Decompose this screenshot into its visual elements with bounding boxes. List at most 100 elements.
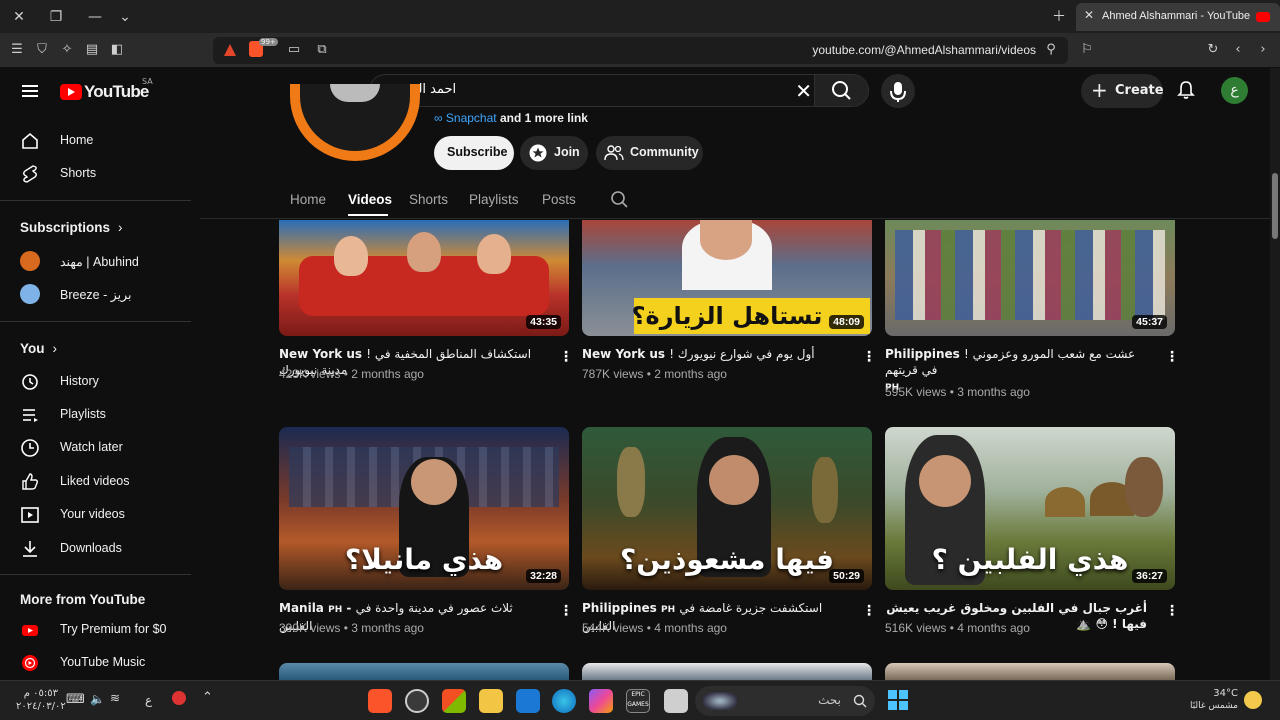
cast-icon[interactable]: ▭ <box>285 41 303 59</box>
tab-playlists[interactable]: Playlists <box>469 192 519 207</box>
taskbar-search[interactable]: بحث <box>695 686 875 716</box>
subscribe-button[interactable]: Subscribe <box>434 136 514 170</box>
sidebar-item-home[interactable]: Home <box>20 129 190 153</box>
more-actions-icon[interactable]: ⋮ <box>862 348 876 366</box>
more-actions-icon[interactable]: ⋮ <box>862 602 876 620</box>
tab-posts[interactable]: Posts <box>542 192 576 207</box>
video-thumbnail[interactable]: فيها مشعوذين؟ 50:29 <box>582 427 872 590</box>
more-actions-icon[interactable]: ⋮ <box>559 348 573 366</box>
browser-tab-active[interactable]: ✕ Ahmed Alshammari - YouTube <box>1076 3 1280 31</box>
epic-games-icon[interactable]: EPIC GAMES <box>626 689 650 713</box>
brave-rewards-icon[interactable] <box>223 42 237 56</box>
input-language[interactable]: ع <box>145 693 152 707</box>
mail-icon[interactable] <box>516 689 540 713</box>
search-input[interactable]: احمد الشمري <box>382 82 762 97</box>
video-thumbnail[interactable] <box>582 663 872 680</box>
more-actions-icon[interactable]: ⋮ <box>1165 602 1179 620</box>
sidebar-menu-icon[interactable]: ☰ <box>8 41 26 59</box>
new-tab-icon[interactable]: ＋ <box>1048 6 1070 28</box>
tab-shorts[interactable]: Shorts <box>409 192 448 207</box>
video-thumbnail[interactable] <box>279 663 569 680</box>
site-settings-icon[interactable]: ⚲ <box>1042 41 1060 59</box>
page-scrollbar[interactable] <box>1270 68 1280 680</box>
more-links[interactable]: and 1 more link <box>500 111 588 125</box>
shield-icon[interactable]: ⛉ <box>33 41 51 59</box>
video-card[interactable]: هذي الفلبين ؟ 36:27 أغرب جبال في الفلبين… <box>885 427 1179 642</box>
snapchat-link[interactable]: Snapchat <box>446 111 497 125</box>
search-box[interactable]: احمد الشمري ✕ <box>369 74 869 107</box>
wifi-icon[interactable]: ≋ <box>110 691 120 705</box>
bookmark-icon[interactable]: ⚐ <box>1078 41 1096 59</box>
video-thumbnail[interactable]: هذي الفلبين ؟ 36:27 <box>885 427 1175 590</box>
extensions-icon[interactable]: ✧ <box>58 41 76 59</box>
video-title[interactable]: New York us ! أول يوم في شوارع نيويورك <box>582 346 844 362</box>
sidebar-item-history[interactable]: History <box>20 370 190 394</box>
sidebar-item-downloads[interactable]: Downloads <box>20 537 190 561</box>
edge-browser-icon[interactable] <box>552 689 576 713</box>
sidebar-item-your-videos[interactable]: Your videos <box>20 503 190 527</box>
guide-menu-icon[interactable] <box>20 81 40 101</box>
app-window-icon[interactable] <box>664 689 688 713</box>
account-avatar[interactable]: ع <box>1221 77 1248 104</box>
tab-list-chevron-icon[interactable]: ⌄ <box>114 6 136 28</box>
bluetooth-device-icon[interactable]: ⌨ <box>66 692 85 707</box>
video-thumbnail[interactable]: 43:35 <box>279 220 569 336</box>
clock[interactable]: ٠٥:٥٣ م ٢٠٢٤/٠٣/٠٢ <box>16 687 66 713</box>
create-button[interactable]: + Create <box>1081 74 1164 108</box>
picture-in-picture-icon[interactable]: ⧉ <box>313 41 331 59</box>
split-view-icon[interactable]: ◧ <box>108 41 126 59</box>
minimize-window-icon[interactable]: — <box>84 6 106 28</box>
weather-widget[interactable]: 34°C مشمس غالبًا <box>1180 687 1238 713</box>
you-heading[interactable]: You › <box>20 341 57 356</box>
subscription-item-breeze[interactable]: Breeze - بريز <box>20 283 190 307</box>
voice-search-button[interactable] <box>881 74 915 108</box>
sidebar-item-youtube-music[interactable]: YouTube Music <box>20 651 190 675</box>
subscriptions-heading[interactable]: Subscriptions › <box>20 220 123 235</box>
show-hidden-icons-chevron[interactable]: ⌃ <box>202 690 213 705</box>
address-bar[interactable]: 99+ ▭ ⧉ youtube.com/@AhmedAlshammari/vid… <box>213 37 1068 64</box>
sidebar-item-liked-videos[interactable]: Liked videos <box>20 470 190 494</box>
video-thumbnail[interactable]: هذي مانيلا؟ 32:28 <box>279 427 569 590</box>
clock-app-icon[interactable] <box>405 689 429 713</box>
channel-avatar-large[interactable] <box>290 84 420 161</box>
notifications-bell-icon[interactable] <box>1176 80 1196 104</box>
video-thumbnail[interactable]: تستاهل الزيارة؟ 48:09 <box>582 220 872 336</box>
more-actions-icon[interactable]: ⋮ <box>1165 348 1179 366</box>
community-button[interactable]: Community <box>596 136 703 170</box>
video-card[interactable]: تستاهل الزيارة؟ 48:09 New York us ! أول … <box>582 220 876 390</box>
video-card[interactable]: فيها مشعوذين؟ 50:29 Philippines PH استكش… <box>582 427 876 642</box>
back-icon[interactable]: ‹ <box>1229 41 1247 59</box>
forward-icon[interactable]: › <box>1254 41 1272 59</box>
sidebar-item-playlists[interactable]: Playlists <box>20 403 190 427</box>
sidebar-item-premium[interactable]: Try Premium for $0 <box>20 618 190 642</box>
subscription-item-abuhind[interactable]: مهند | Abuhind <box>20 250 190 274</box>
scrollbar-thumb[interactable] <box>1272 173 1278 239</box>
antivirus-tray-icon[interactable] <box>172 691 186 705</box>
restore-window-icon[interactable]: ❐ <box>45 6 67 28</box>
close-tab-icon[interactable]: ✕ <box>1084 8 1094 22</box>
video-thumbnail[interactable] <box>885 663 1175 680</box>
tab-home[interactable]: Home <box>290 192 326 207</box>
video-thumbnail[interactable]: 45:37 <box>885 220 1175 336</box>
youtube-logo[interactable]: YouTube SA <box>60 77 153 102</box>
copilot-icon[interactable] <box>589 689 613 713</box>
volume-icon[interactable]: 🔈 <box>90 692 105 706</box>
video-card[interactable]: هذي مانيلا؟ 32:28 Manila PH - ثلاث عصور … <box>279 427 573 642</box>
clear-search-icon[interactable]: ✕ <box>795 79 812 103</box>
tab-videos[interactable]: Videos <box>348 192 392 207</box>
search-button[interactable] <box>814 75 868 106</box>
file-explorer-icon[interactable] <box>479 689 503 713</box>
microsoft-store-icon[interactable] <box>442 689 466 713</box>
tabs-icon[interactable]: ▤ <box>83 41 101 59</box>
join-button[interactable]: Join <box>520 136 588 170</box>
video-card[interactable]: 43:35 New York us ! استكشاف المناطق المخ… <box>279 220 573 390</box>
more-actions-icon[interactable]: ⋮ <box>559 602 573 620</box>
reload-icon[interactable]: ↻ <box>1204 41 1222 59</box>
brave-browser-icon[interactable] <box>368 689 392 713</box>
close-window-icon[interactable]: ✕ <box>8 6 30 28</box>
video-card[interactable]: 45:37 Philippines ! عشت مع شعب المورو وع… <box>885 220 1179 410</box>
sidebar-item-shorts[interactable]: Shorts <box>20 162 190 186</box>
channel-search-icon[interactable] <box>610 190 630 210</box>
sidebar-item-watch-later[interactable]: Watch later <box>20 436 190 460</box>
windows-start-icon[interactable] <box>888 690 908 710</box>
